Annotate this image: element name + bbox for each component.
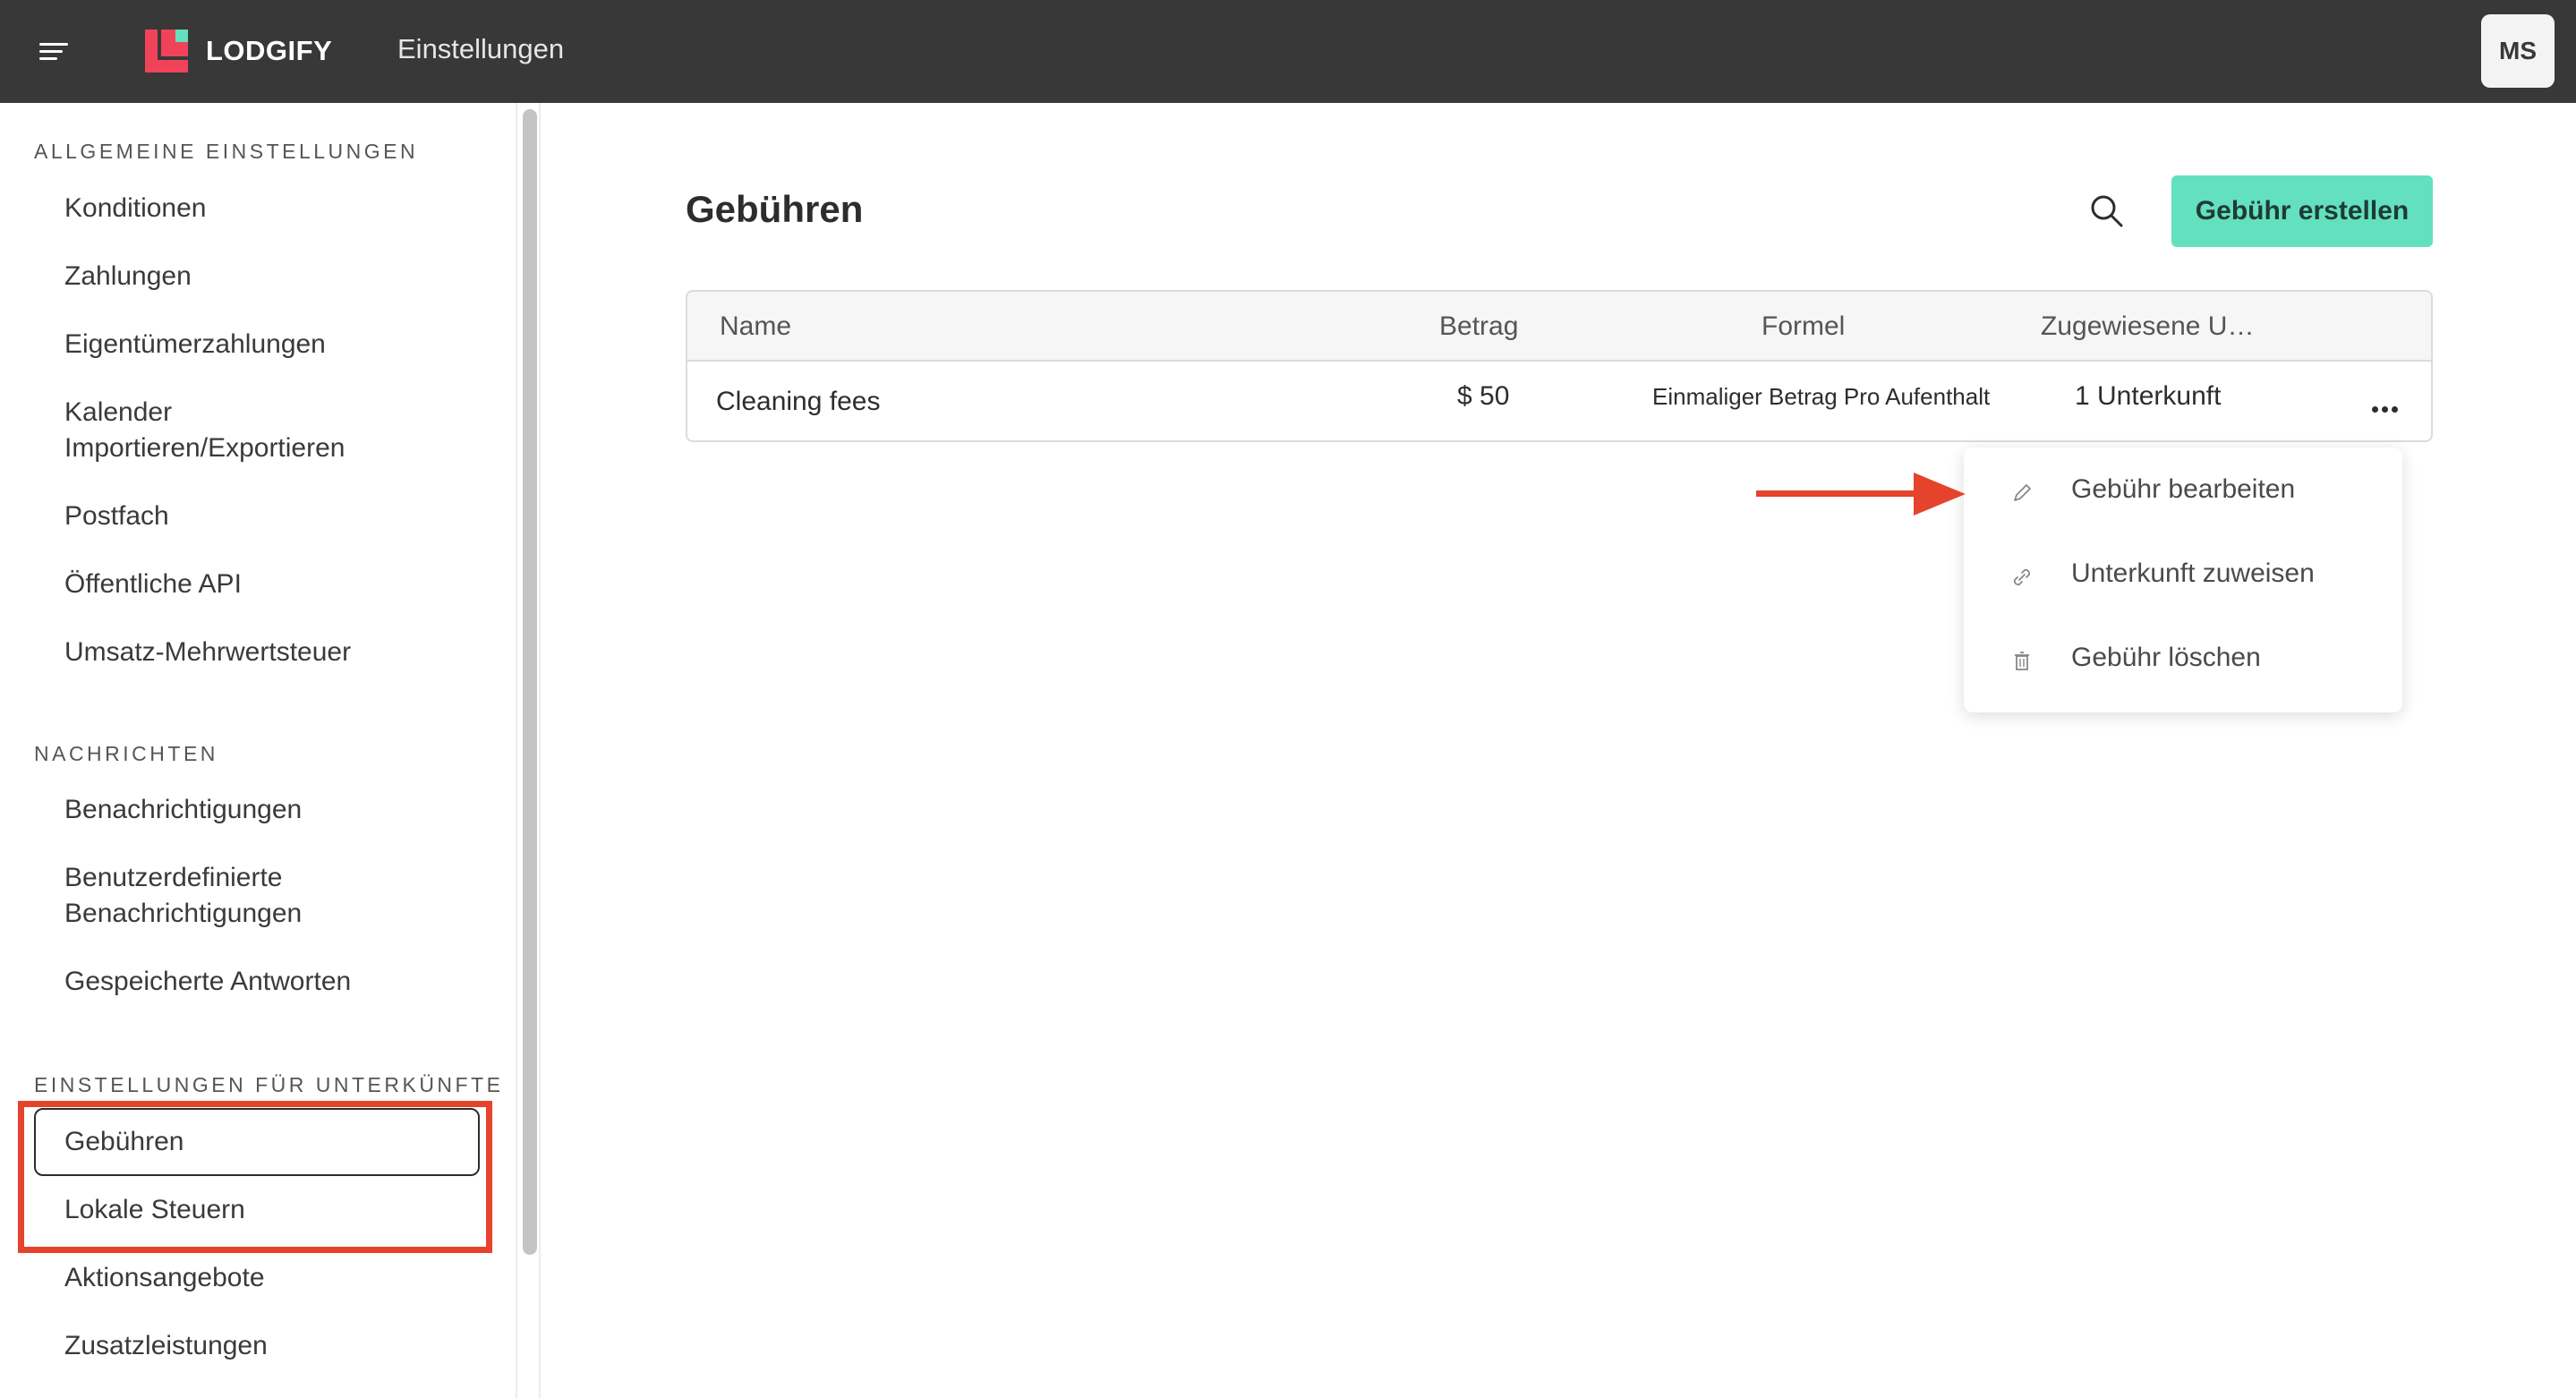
logo-mark-icon (145, 30, 188, 72)
section-heading-properties: EINSTELLUNGEN FÜR UNTERKÜNFTE (34, 1073, 504, 1096)
fee-context-menu: Gebühr bearbeiten Unterkunft zuweisen Ge… (1964, 448, 2402, 712)
column-header-name[interactable]: Name (720, 311, 791, 342)
section-heading-general: ALLGEMEINE EINSTELLUNGEN (34, 140, 419, 163)
menu-icon[interactable] (34, 36, 73, 66)
sidebar-item-kalender[interactable]: Kalender (64, 395, 172, 430)
column-header-formula[interactable]: Formel (1761, 311, 1845, 342)
column-header-amount[interactable]: Betrag (1439, 311, 1518, 342)
more-options-icon[interactable] (2365, 396, 2406, 422)
pencil-icon (2009, 480, 2035, 507)
sidebar-item-kalender-line2[interactable]: Importieren/Exportieren (64, 430, 345, 466)
menu-item-label: Gebühr löschen (2071, 643, 2261, 672)
search-icon[interactable] (2086, 190, 2128, 233)
column-header-assigned[interactable]: Zugewiesene U… (2041, 311, 2254, 342)
sidebar-scrollbar-thumb[interactable] (523, 109, 537, 1255)
annotation-arrow-icon (1756, 467, 1966, 521)
sidebar-item-custom-notifications-line2[interactable]: Benachrichtigungen (64, 896, 302, 932)
create-fee-button[interactable]: Gebühr erstellen (2171, 175, 2433, 247)
sidebar-item-mehrwertsteuer[interactable]: Umsatz-Mehrwertsteuer (64, 635, 351, 670)
lodgify-logo[interactable]: LODGIFY (145, 27, 332, 75)
fee-name: Cleaning fees (716, 387, 881, 416)
sidebar-item-postfach[interactable]: Postfach (64, 499, 169, 534)
page-title: Gebühren (686, 188, 864, 230)
top-bar: LODGIFY Einstellungen MS (0, 0, 2576, 103)
link-icon (2009, 564, 2035, 591)
menu-item-label: Gebühr bearbeiten (2071, 474, 2296, 504)
annotation-highlight-box (18, 1101, 492, 1253)
sidebar-item-eigentuemerzahlungen[interactable]: Eigentümerzahlungen (64, 327, 326, 362)
sidebar-item-custom-notifications[interactable]: Benutzerdefinierte (64, 860, 283, 896)
fees-table: Name Betrag Formel Zugewiesene U… Cleani… (686, 290, 2433, 442)
fee-formula: Einmaliger Betrag Pro Aufenthalt (1652, 383, 1991, 410)
table-header: Name Betrag Formel Zugewiesene U… (687, 292, 2431, 362)
page-section-title: Einstellungen (397, 33, 565, 64)
sidebar-item-benachrichtigungen[interactable]: Benachrichtigungen (64, 792, 302, 828)
sidebar-item-saved-replies[interactable]: Gespeicherte Antworten (64, 964, 351, 1000)
sidebar-item-konditionen[interactable]: Konditionen (64, 191, 206, 226)
fee-amount: $ 50 (1457, 381, 1510, 411)
menu-item-delete-fee[interactable]: Gebühr löschen (1964, 627, 2402, 698)
menu-item-label: Unterkunft zuweisen (2071, 558, 2315, 588)
sidebar-item-api[interactable]: Öffentliche API (64, 567, 242, 602)
user-avatar[interactable]: MS (2481, 14, 2555, 88)
sidebar-item-zahlungen[interactable]: Zahlungen (64, 259, 192, 294)
fee-assigned: 1 Unterkunft (2075, 381, 2222, 411)
sidebar-item-aktionsangebote[interactable]: Aktionsangebote (64, 1260, 265, 1296)
menu-item-edit-fee[interactable]: Gebühr bearbeiten (1964, 458, 2402, 530)
brand-name: LODGIFY (206, 35, 333, 66)
sidebar-item-zusatzleistungen[interactable]: Zusatzleistungen (64, 1328, 268, 1364)
section-heading-messages: NACHRICHTEN (34, 742, 218, 765)
menu-item-assign-property[interactable]: Unterkunft zuweisen (1964, 542, 2402, 614)
trash-icon (2009, 648, 2035, 675)
